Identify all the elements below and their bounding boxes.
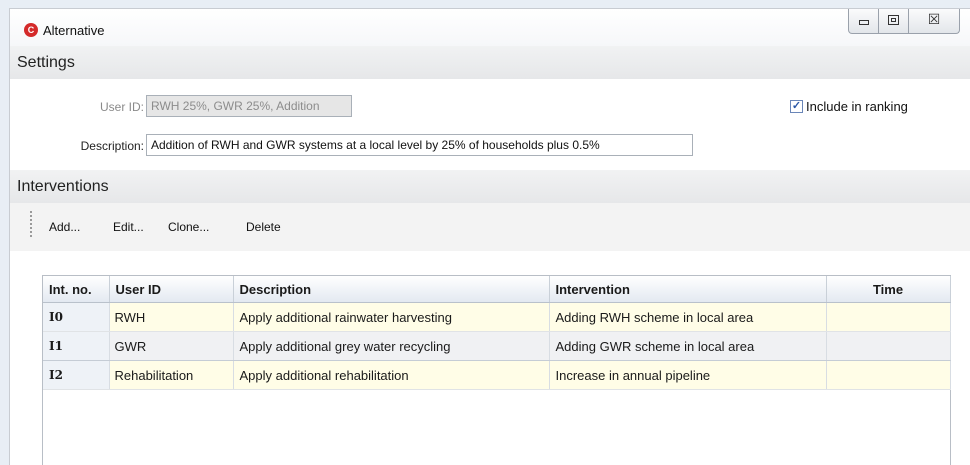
cell-int-no: I1	[43, 331, 110, 361]
cell-time	[826, 302, 951, 332]
toolbar-grip-icon[interactable]	[30, 211, 32, 239]
close-button[interactable]: ☒	[909, 9, 959, 33]
window-title: Alternative	[43, 23, 105, 38]
maximize-button[interactable]	[879, 9, 909, 33]
cell-intervention: Increase in annual pipeline	[549, 360, 827, 390]
cell-description: Apply additional grey water recycling	[233, 331, 550, 361]
table-row[interactable]: I2 Rehabilitation Apply additional rehab…	[43, 360, 951, 390]
minimize-button[interactable]	[849, 9, 879, 33]
minimize-icon	[859, 20, 869, 25]
cell-intervention: Adding RWH scheme in local area	[549, 302, 827, 332]
user-id-label: User ID:	[99, 100, 144, 114]
user-id-field: RWH 25%, GWR 25%, Addition	[146, 95, 352, 117]
settings-header: Settings	[10, 46, 970, 79]
table-row[interactable]: I0 RWH Apply additional rainwater harves…	[43, 302, 951, 332]
cell-intervention: Adding GWR scheme in local area	[549, 331, 827, 361]
include-in-ranking-control[interactable]: ✓ Include in ranking	[790, 99, 908, 114]
alternative-window: C Alternative ☒ Settings User ID: RWH 25…	[9, 8, 970, 465]
column-header-description[interactable]: Description	[233, 276, 550, 303]
cell-time	[826, 331, 951, 361]
title-bar[interactable]: C Alternative ☒	[10, 9, 970, 46]
description-field[interactable]: Addition of RWH and GWR systems at a loc…	[146, 134, 693, 156]
include-in-ranking-label[interactable]: Include in ranking	[806, 99, 908, 114]
column-header-time[interactable]: Time	[826, 276, 951, 303]
app-icon: C	[24, 23, 38, 37]
cell-user-id: Rehabilitation	[109, 360, 234, 390]
interventions-grid[interactable]: Int. no. User ID Description Interventio…	[42, 275, 951, 465]
interventions-toolbar: Add... Edit... Clone... Delete	[10, 203, 970, 251]
column-header-int-no[interactable]: Int. no.	[43, 276, 110, 303]
cell-int-no: I2	[43, 360, 110, 390]
add-button[interactable]: Add...	[49, 220, 80, 234]
interventions-header: Interventions	[10, 170, 970, 203]
column-header-user-id[interactable]: User ID	[109, 276, 234, 303]
edit-button[interactable]: Edit...	[113, 220, 144, 234]
description-label: Description:	[80, 139, 144, 153]
table-row[interactable]: I1 GWR Apply additional grey water recyc…	[43, 331, 951, 361]
column-header-intervention[interactable]: Intervention	[549, 276, 827, 303]
table-header-row: Int. no. User ID Description Interventio…	[43, 276, 951, 303]
maximize-icon	[888, 15, 899, 25]
cell-description: Apply additional rehabilitation	[233, 360, 550, 390]
interventions-table: Int. no. User ID Description Interventio…	[43, 276, 951, 390]
close-icon: ☒	[927, 12, 941, 28]
include-in-ranking-checkbox[interactable]: ✓	[790, 100, 803, 113]
cell-user-id: GWR	[109, 331, 234, 361]
delete-button[interactable]: Delete	[246, 220, 281, 234]
cell-time	[826, 360, 951, 390]
cell-int-no: I0	[43, 302, 110, 332]
clone-button[interactable]: Clone...	[168, 220, 209, 234]
cell-description: Apply additional rainwater harvesting	[233, 302, 550, 332]
cell-user-id: RWH	[109, 302, 234, 332]
window-controls: ☒	[848, 9, 960, 34]
